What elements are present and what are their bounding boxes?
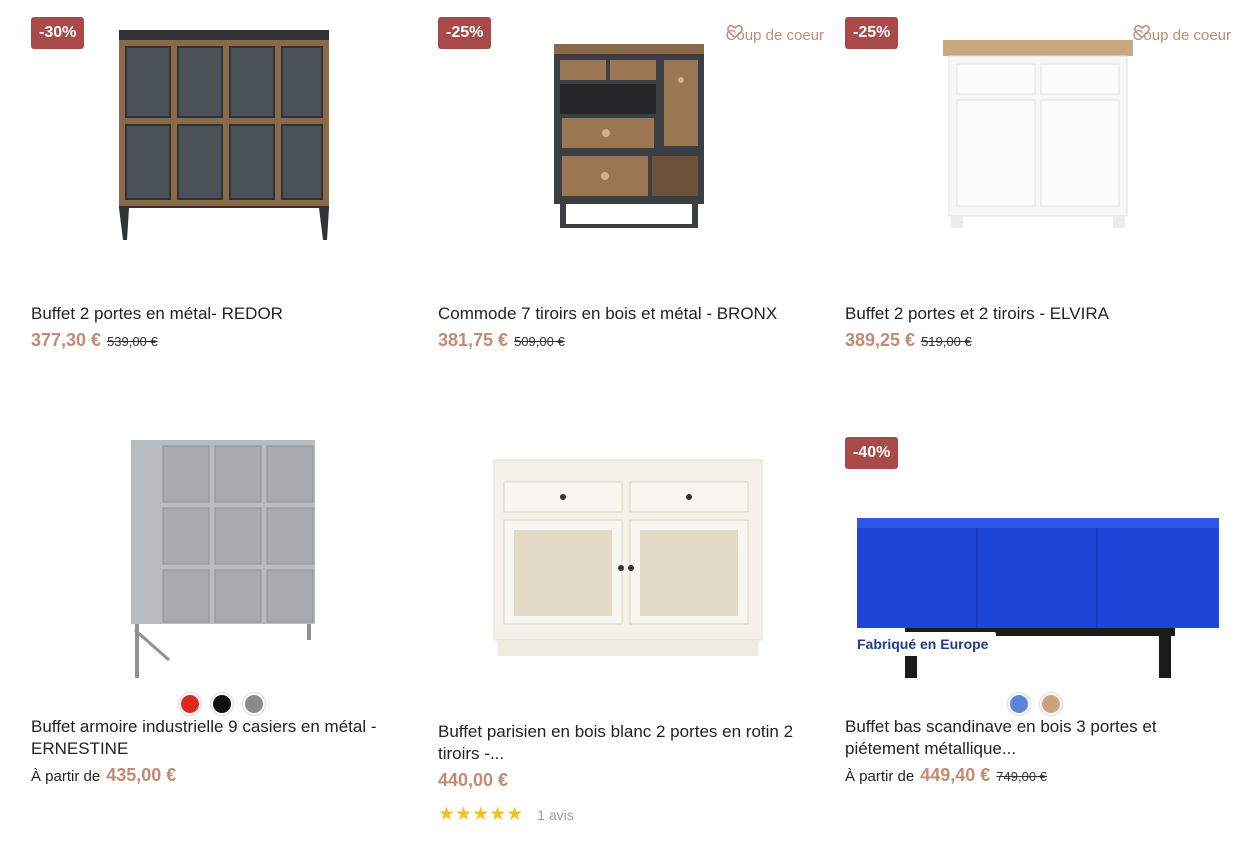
product-image[interactable]: -40% Fabriqué en Europe — [845, 420, 1231, 690]
color-swatch-red[interactable] — [179, 693, 201, 715]
product-price: 440,00 € — [438, 770, 509, 790]
star-rating-icon: ★★★★★ — [438, 804, 524, 825]
product-title[interactable]: Buffet bas scandinave en bois 3 portes e… — [845, 716, 1157, 760]
product-image[interactable]: -25% Coup de coeur — [845, 0, 1231, 270]
old-price: 519,00 € — [921, 334, 972, 349]
price-row: 381,75 € 509,00 € — [438, 330, 565, 351]
product-title-line: piétement métallique... — [845, 739, 1017, 758]
product-price: 389,25 € — [845, 330, 916, 350]
made-in-europe-label: Fabriqué en Europe — [849, 632, 997, 656]
discount-badge: -25% — [845, 17, 899, 49]
color-swatch-grey[interactable] — [243, 693, 265, 715]
price-prefix: À partir de — [31, 768, 101, 785]
locker-cabinet-image — [131, 440, 315, 678]
price-prefix: À partir de — [845, 768, 915, 785]
heart-outline-icon — [726, 24, 743, 38]
color-swatch-blue[interactable] — [1008, 693, 1030, 715]
product-title[interactable]: Commode 7 tiroirs en bois et métal - BRO… — [438, 303, 777, 325]
product-price: 377,30 € — [31, 330, 102, 350]
heart-outline-icon — [1133, 24, 1150, 38]
color-swatch-wood[interactable] — [1040, 693, 1062, 715]
product-title[interactable]: Buffet armoire industrielle 9 casiers en… — [31, 716, 377, 760]
old-price: 509,00 € — [514, 334, 565, 349]
product-title-line: Buffet armoire industrielle 9 casiers en… — [31, 717, 377, 736]
favorite-button[interactable]: Coup de coeur — [1133, 22, 1231, 48]
product-grid: -30% Buffet 2 portes en métal- REDOR 377… — [0, 0, 1250, 846]
price-row: À partir de 435,00 € — [31, 765, 176, 786]
color-swatches — [1008, 693, 1062, 715]
price-row: 389,25 € 519,00 € — [845, 330, 972, 351]
discount-badge: -40% — [845, 437, 899, 469]
rating: ★★★★★ 1 avis — [438, 803, 574, 826]
product-image[interactable]: -30% — [31, 0, 417, 270]
product-title[interactable]: Buffet 2 portes en métal- REDOR — [31, 303, 283, 325]
price-row: 377,30 € 539,00 € — [31, 330, 158, 351]
product-title[interactable]: Buffet 2 portes et 2 tiroirs - ELVIRA — [845, 303, 1109, 325]
product-price: 381,75 € — [438, 330, 509, 350]
price-row: À partir de 449,40 € 749,00 € — [845, 765, 1047, 786]
product-price: 449,40 € — [920, 765, 991, 785]
metal-buffet-image — [119, 30, 329, 240]
rattan-buffet-image — [493, 459, 763, 656]
favorite-button[interactable]: Coup de coeur — [726, 22, 824, 48]
product-title[interactable]: Buffet parisien en bois blanc 2 portes e… — [438, 721, 793, 765]
discount-badge: -25% — [438, 17, 492, 49]
review-count[interactable]: 1 avis — [537, 807, 574, 823]
color-swatch-black[interactable] — [211, 693, 233, 715]
product-title-line: ERNESTINE — [31, 739, 129, 758]
product-image[interactable]: -25% Coup de coeur — [438, 0, 824, 270]
product-title-line: Buffet bas scandinave en bois 3 portes e… — [845, 717, 1157, 736]
price-row: 440,00 € — [438, 770, 508, 791]
product-title-line: Buffet parisien en bois blanc 2 portes e… — [438, 722, 794, 741]
product-image[interactable] — [31, 420, 417, 690]
color-swatches — [179, 693, 265, 715]
old-price: 539,00 € — [107, 334, 158, 349]
product-price: 435,00 € — [106, 765, 177, 785]
discount-badge: -30% — [31, 17, 85, 49]
product-title-line: tiroirs -... — [438, 744, 505, 763]
product-image[interactable] — [438, 420, 824, 690]
old-price: 749,00 € — [996, 769, 1047, 784]
